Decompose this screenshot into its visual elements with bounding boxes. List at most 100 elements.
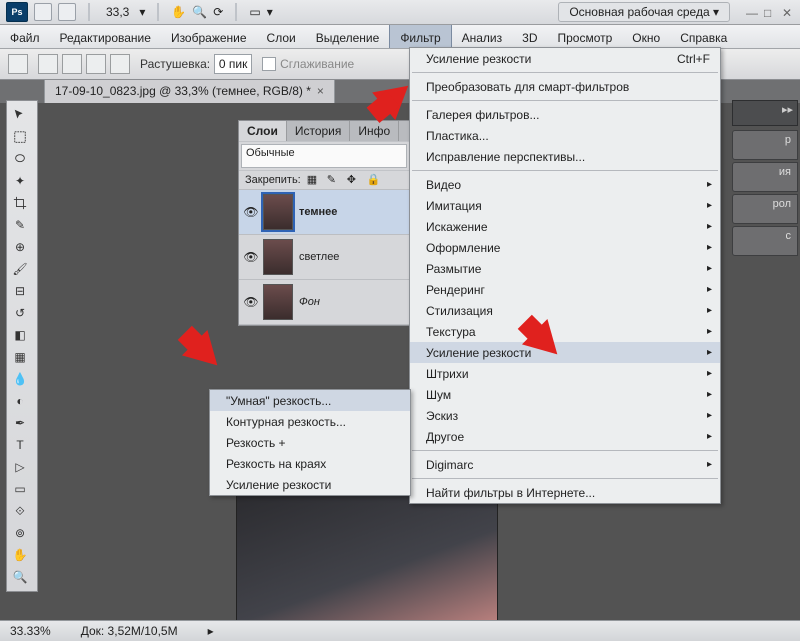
menu-файл[interactable]: Файл <box>0 25 50 48</box>
lock-transparent-icon[interactable]: ▦ <box>307 173 321 187</box>
bridge-icon[interactable] <box>34 3 52 21</box>
menu-item[interactable]: Пластика... <box>410 125 720 146</box>
menu-item[interactable]: Контурная резкость... <box>210 411 410 432</box>
menu-item[interactable]: Резкость + <box>210 432 410 453</box>
marquee-tool-icon[interactable] <box>9 127 31 147</box>
document-image[interactable] <box>236 490 498 641</box>
eraser-tool-icon[interactable]: ◧ <box>9 325 31 345</box>
zoom-tool-icon[interactable]: 🔍 <box>9 567 31 587</box>
menu-item[interactable]: Имитация▸ <box>410 195 720 216</box>
minibridge-icon[interactable] <box>58 3 76 21</box>
menu-item[interactable]: Рендеринг▸ <box>410 279 720 300</box>
chevron-right-icon[interactable]: ▸ <box>208 624 214 638</box>
history-brush-tool-icon[interactable]: ↺ <box>9 303 31 323</box>
status-zoom[interactable]: 33.33% <box>10 624 51 638</box>
zoom-tool-icon[interactable]: 🔍 <box>192 5 207 19</box>
layer-row[interactable]: 👁Фон <box>239 280 409 325</box>
move-tool-icon[interactable] <box>9 105 31 125</box>
wand-tool-icon[interactable]: ✦ <box>9 171 31 191</box>
screen-mode-icon[interactable]: ▭ <box>249 5 260 19</box>
visibility-eye-icon[interactable]: 👁 <box>245 206 257 218</box>
layer-thumbnail[interactable] <box>263 284 293 320</box>
layer-row[interactable]: 👁темнее <box>239 190 409 235</box>
healing-tool-icon[interactable]: ⊕ <box>9 237 31 257</box>
lasso-tool-icon[interactable] <box>9 149 31 169</box>
shape-tool-icon[interactable]: ▭ <box>9 479 31 499</box>
lock-position-icon[interactable]: ✥ <box>347 173 361 187</box>
eyedropper-tool-icon[interactable]: ✎ <box>9 215 31 235</box>
panel-tab[interactable]: Слои <box>239 121 287 141</box>
menu-item[interactable]: Преобразовать для смарт-фильтров <box>410 76 720 97</box>
marquee-add-icon[interactable] <box>62 54 82 74</box>
panel-collapse-icon[interactable]: ▸▸ <box>732 100 798 126</box>
stamp-tool-icon[interactable]: ⊟ <box>9 281 31 301</box>
tool-preset-icon[interactable] <box>8 54 28 74</box>
lock-pixels-icon[interactable]: ✎ <box>327 173 341 187</box>
type-tool-icon[interactable]: T <box>9 435 31 455</box>
blur-tool-icon[interactable]: 💧 <box>9 369 31 389</box>
menu-item[interactable]: Искажение▸ <box>410 216 720 237</box>
antialias-checkbox[interactable] <box>262 57 276 71</box>
hand-tool-icon[interactable]: ✋ <box>171 5 186 19</box>
visibility-eye-icon[interactable]: 👁 <box>245 251 257 263</box>
menu-3d[interactable]: 3D <box>512 25 547 48</box>
dropdown-icon[interactable]: ▾ <box>139 5 145 19</box>
panel-tab[interactable]: История <box>287 121 351 141</box>
menu-редактирование[interactable]: Редактирование <box>50 25 161 48</box>
document-tab[interactable]: 17-09-10_0823.jpg @ 33,3% (темнее, RGB/8… <box>44 77 335 103</box>
menu-изображение[interactable]: Изображение <box>161 25 257 48</box>
dodge-tool-icon[interactable]: ◐ <box>9 391 31 411</box>
menu-item[interactable]: Галерея фильтров... <box>410 104 720 125</box>
3d-tool-icon[interactable]: ⟐ <box>9 501 31 521</box>
panel-tab[interactable]: Инфо <box>350 121 399 141</box>
3d-camera-tool-icon[interactable]: ⊚ <box>9 523 31 543</box>
blend-mode-select[interactable]: Обычные <box>241 144 407 168</box>
menu-item[interactable]: "Умная" резкость... <box>210 390 410 411</box>
menu-справка[interactable]: Справка <box>670 25 737 48</box>
visibility-eye-icon[interactable]: 👁 <box>245 296 257 308</box>
collapsed-panel-tab[interactable]: ия <box>732 162 798 192</box>
workspace-switcher[interactable]: Основная рабочая среда ▾ <box>558 2 730 22</box>
menu-item[interactable]: Усиление резкости <box>210 474 410 495</box>
path-tool-icon[interactable]: ▷ <box>9 457 31 477</box>
gradient-tool-icon[interactable]: ▦ <box>9 347 31 367</box>
menu-выделение[interactable]: Выделение <box>306 25 390 48</box>
menu-item[interactable]: Штрихи▸ <box>410 363 720 384</box>
menu-анализ[interactable]: Анализ <box>452 25 513 48</box>
menu-фильтр[interactable]: Фильтр <box>389 25 451 48</box>
marquee-intersect-icon[interactable] <box>110 54 130 74</box>
status-docinfo[interactable]: Док: 3,52M/10,5M <box>81 624 178 638</box>
menu-item[interactable]: Шум▸ <box>410 384 720 405</box>
hand-tool-icon[interactable]: ✋ <box>9 545 31 565</box>
menu-просмотр[interactable]: Просмотр <box>547 25 622 48</box>
zoom-percent-label[interactable]: 33,3 <box>102 5 133 19</box>
collapsed-panel-tab[interactable]: рол <box>732 194 798 224</box>
menu-окно[interactable]: Окно <box>622 25 670 48</box>
layer-thumbnail[interactable] <box>263 239 293 275</box>
menu-item[interactable]: Стилизация▸ <box>410 300 720 321</box>
minimize-button[interactable]: — <box>746 6 758 18</box>
crop-tool-icon[interactable] <box>9 193 31 213</box>
menu-item[interactable]: Найти фильтры в Интернете... <box>410 482 720 503</box>
menu-item[interactable]: Digimarc▸ <box>410 454 720 475</box>
menu-item[interactable]: Исправление перспективы... <box>410 146 720 167</box>
marquee-new-icon[interactable] <box>38 54 58 74</box>
layer-row[interactable]: 👁светлее <box>239 235 409 280</box>
lock-all-icon[interactable]: 🔒 <box>367 173 381 187</box>
menu-item[interactable]: Видео▸ <box>410 174 720 195</box>
close-tab-icon[interactable]: × <box>317 84 324 98</box>
close-button[interactable]: ✕ <box>782 6 794 18</box>
rotate-tool-icon[interactable]: ⟳ <box>213 5 223 19</box>
menu-item-repeat-filter[interactable]: Усиление резкости Ctrl+F <box>410 48 720 69</box>
pen-tool-icon[interactable]: ✒ <box>9 413 31 433</box>
menu-item[interactable]: Резкость на краях <box>210 453 410 474</box>
layer-thumbnail[interactable] <box>263 194 293 230</box>
menu-item[interactable]: Другое▸ <box>410 426 720 447</box>
menu-item[interactable]: Размытие▸ <box>410 258 720 279</box>
menu-item[interactable]: Оформление▸ <box>410 237 720 258</box>
screen-mode-dropdown-icon[interactable]: ▾ <box>267 5 273 19</box>
feather-input[interactable]: 0 пик <box>214 54 252 74</box>
maximize-button[interactable]: □ <box>764 6 776 18</box>
menu-слои[interactable]: Слои <box>257 25 306 48</box>
collapsed-panel-tab[interactable]: р <box>732 130 798 160</box>
